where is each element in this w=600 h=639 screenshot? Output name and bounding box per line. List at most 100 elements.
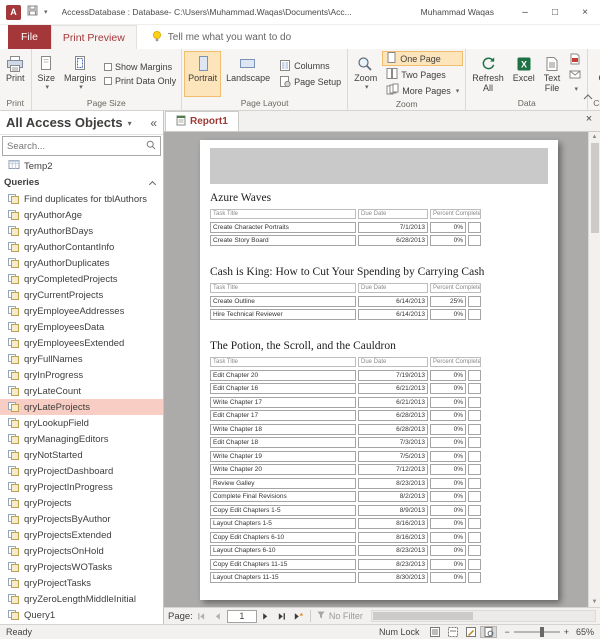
page-label: Page: [168,610,193,622]
sidebar-item-qryemployeeaddresses[interactable]: qryEmployeeAddresses [0,303,163,319]
sidebar-item-qryauthorbdays[interactable]: qryAuthorBDays [0,223,163,239]
scroll-down-icon[interactable]: ▼ [592,598,598,606]
sidebar-item-label: qryLateProjects [24,401,91,413]
sidebar-item-qryprojectsbyauthor[interactable]: qryProjectsByAuthor [0,511,163,527]
sidebar-item-qryprojects[interactable]: qryProjects [0,495,163,511]
sidebar-item-qryauthorage[interactable]: qryAuthorAge [0,207,163,223]
sidebar-item-find-duplicates-for-tblauthors[interactable]: Find duplicates for tblAuthors [0,191,163,207]
close-object-icon[interactable]: × [582,113,596,125]
collapse-group-icon [148,180,157,188]
refresh-all-button[interactable]: Refresh All [468,51,508,97]
report-row: Review Galley 8/23/2013 0% [210,477,548,489]
qat-dropdown-icon[interactable]: ▾ [44,8,48,16]
design-view-button[interactable] [462,626,479,638]
previous-page-button[interactable] [211,610,225,623]
one-page-button[interactable]: One Page [382,51,464,66]
sidebar-item-qryprojectswotasks[interactable]: qryProjectsWOTasks [0,559,163,575]
sidebar-item-qryprojectinprogress[interactable]: qryProjectInProgress [0,479,163,495]
sidebar-item-qryprojectdashboard[interactable]: qryProjectDashboard [0,463,163,479]
margins-button[interactable]: Margins ▾ [60,51,100,97]
layout-view-button[interactable] [444,626,461,638]
search-box[interactable]: Search... [2,136,161,156]
vertical-scrollbar[interactable]: ▲ ▼ [588,132,600,607]
report-view-button[interactable] [426,626,443,638]
sidebar-item-qryprojectsonhold[interactable]: qryProjectsOnHold [0,543,163,559]
page-setup-button[interactable]: Page Setup [275,75,345,90]
sidebar-item-qrycurrentprojects[interactable]: qryCurrentProjects [0,287,163,303]
portrait-button[interactable]: Portrait [184,51,222,97]
email-button[interactable] [567,68,583,81]
sidebar-item-qrylateprojects[interactable]: qryLateProjects [0,399,163,415]
print-preview-view-button[interactable] [480,626,498,638]
portrait-icon [194,54,212,74]
sidebar-item-qrylatecount[interactable]: qryLateCount [0,383,163,399]
tab-print-preview[interactable]: Print Preview [50,25,137,49]
tab-report1[interactable]: Report1 [165,111,239,131]
sidebar-item-query1[interactable]: Query1 [0,607,163,623]
size-button[interactable]: Size ▾ [34,51,60,97]
sidebar-item-qrymanagingeditors[interactable]: qryManagingEditors [0,431,163,447]
sidebar-item-qryzerolengthmiddleinitial[interactable]: qryZeroLengthMiddleInitial [0,591,163,607]
tab-file[interactable]: File [8,25,51,49]
export-pdf-xps-button[interactable] [567,53,583,66]
columns-button[interactable]: Columns [275,59,345,74]
sidebar-item-qryauthorduplicates[interactable]: qryAuthorDuplicates [0,255,163,271]
empty-cell [468,369,481,381]
export-excel-button[interactable]: X Excel [509,51,539,97]
landscape-button[interactable]: Landscape [222,51,274,97]
minimize-button[interactable]: – [510,0,540,24]
print-button[interactable]: Print [2,51,29,97]
task-title-cell: Copy Edit Chapters 6-10 [210,531,356,543]
zoom-out-icon[interactable]: − [504,627,509,637]
current-page-box[interactable]: 1 [226,609,257,623]
sidebar-item-qryemployeesdata[interactable]: qryEmployeesData [0,319,163,335]
new-record-button[interactable]: * [291,610,305,623]
query-icon [8,433,20,445]
sidebar-item-qryinprogress[interactable]: qryInProgress [0,367,163,383]
search-icon[interactable] [146,137,156,155]
more-export-button[interactable]: ▾ [567,83,583,96]
sidebar-item-label: qryProjectsWOTasks [24,561,113,573]
maximize-button[interactable]: □ [540,0,570,24]
sidebar-item-qrylookupfield[interactable]: qryLookupField [0,415,163,431]
zoom-percent[interactable]: 65% [576,627,594,637]
sidebar-item-qryfullnames[interactable]: qryFullNames [0,351,163,367]
query-icon [8,561,20,573]
scrollbar-thumb[interactable] [590,143,599,233]
save-icon[interactable] [27,3,38,21]
sidebar-item-qrynotstarted[interactable]: qryNotStarted [0,447,163,463]
close-button[interactable]: × [570,0,600,24]
last-page-button[interactable] [275,610,289,623]
sidebar-item-temp2[interactable]: Temp2 [0,158,163,174]
zoom-slider[interactable]: − + [504,627,569,637]
nav-pane-header[interactable]: All Access Objects ▾ « [0,111,163,135]
print-preview-canvas[interactable]: Azure Waves Task Title Due Date Percent Com… [164,132,600,607]
export-text-file-button[interactable]: Text File [540,51,565,97]
tell-me-box[interactable]: Tell me what you want to do [151,25,291,49]
nav-pane-menu-icon[interactable]: ▾ [128,119,132,128]
sidebar-item-qrycompletedprojects[interactable]: qryCompletedProjects [0,271,163,287]
horizontal-scrollbar[interactable] [370,610,596,622]
sidebar-item-qryemployeesextended[interactable]: qryEmployeesExtended [0,335,163,351]
next-page-button[interactable] [259,610,273,623]
report-row: Copy Edit Chapters 1-5 8/9/2013 0% [210,504,548,516]
nav-group-queries[interactable]: Queries [0,174,163,191]
filter-indicator[interactable]: No Filter [316,610,363,622]
print-data-only-checkbox[interactable]: Print Data Only [104,76,176,86]
sidebar-item-qryauthorcontantinfo[interactable]: qryAuthorContantInfo [0,239,163,255]
collapse-ribbon-icon[interactable] [582,88,594,106]
zoom-in-icon[interactable]: + [564,627,569,637]
scroll-up-icon[interactable]: ▲ [592,133,598,141]
zoom-button[interactable]: Zoom ▾ [350,51,381,98]
show-margins-checkbox[interactable]: Show Margins [104,62,176,72]
account-name[interactable]: Muhammad Waqas [421,7,494,17]
sidebar-item-qryprojectsextended[interactable]: qryProjectsExtended [0,527,163,543]
two-pages-button[interactable]: Two Pages [382,67,463,82]
more-pages-button[interactable]: More Pages ▾ [382,83,463,98]
shutter-bar-icon[interactable]: « [150,116,157,130]
scrollbar-thumb[interactable] [372,612,474,620]
sidebar-item-qryprojecttasks[interactable]: qryProjectTasks [0,575,163,591]
first-page-button[interactable] [195,610,209,623]
zoom-thumb[interactable] [540,627,545,637]
zoom-track[interactable] [513,627,560,637]
